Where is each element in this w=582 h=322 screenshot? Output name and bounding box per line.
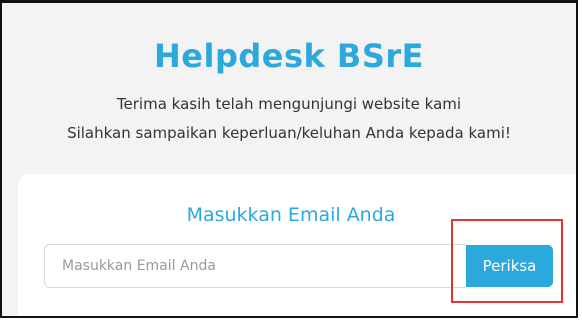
email-form-heading: Masukkan Email Anda [186, 204, 396, 226]
subtitle-line-2: Silahkan sampaikan keperluan/keluhan And… [67, 124, 511, 142]
email-input[interactable] [44, 244, 466, 288]
email-check-card: Masukkan Email Anda Periksa [18, 174, 576, 316]
page-frame: Helpdesk BSrE Terima kasih telah mengunj… [0, 0, 578, 318]
subtitle-line-1: Terima kasih telah mengunjungi website k… [116, 95, 462, 113]
check-button[interactable]: Periksa [466, 245, 553, 287]
page-title: Helpdesk BSrE [153, 37, 424, 75]
